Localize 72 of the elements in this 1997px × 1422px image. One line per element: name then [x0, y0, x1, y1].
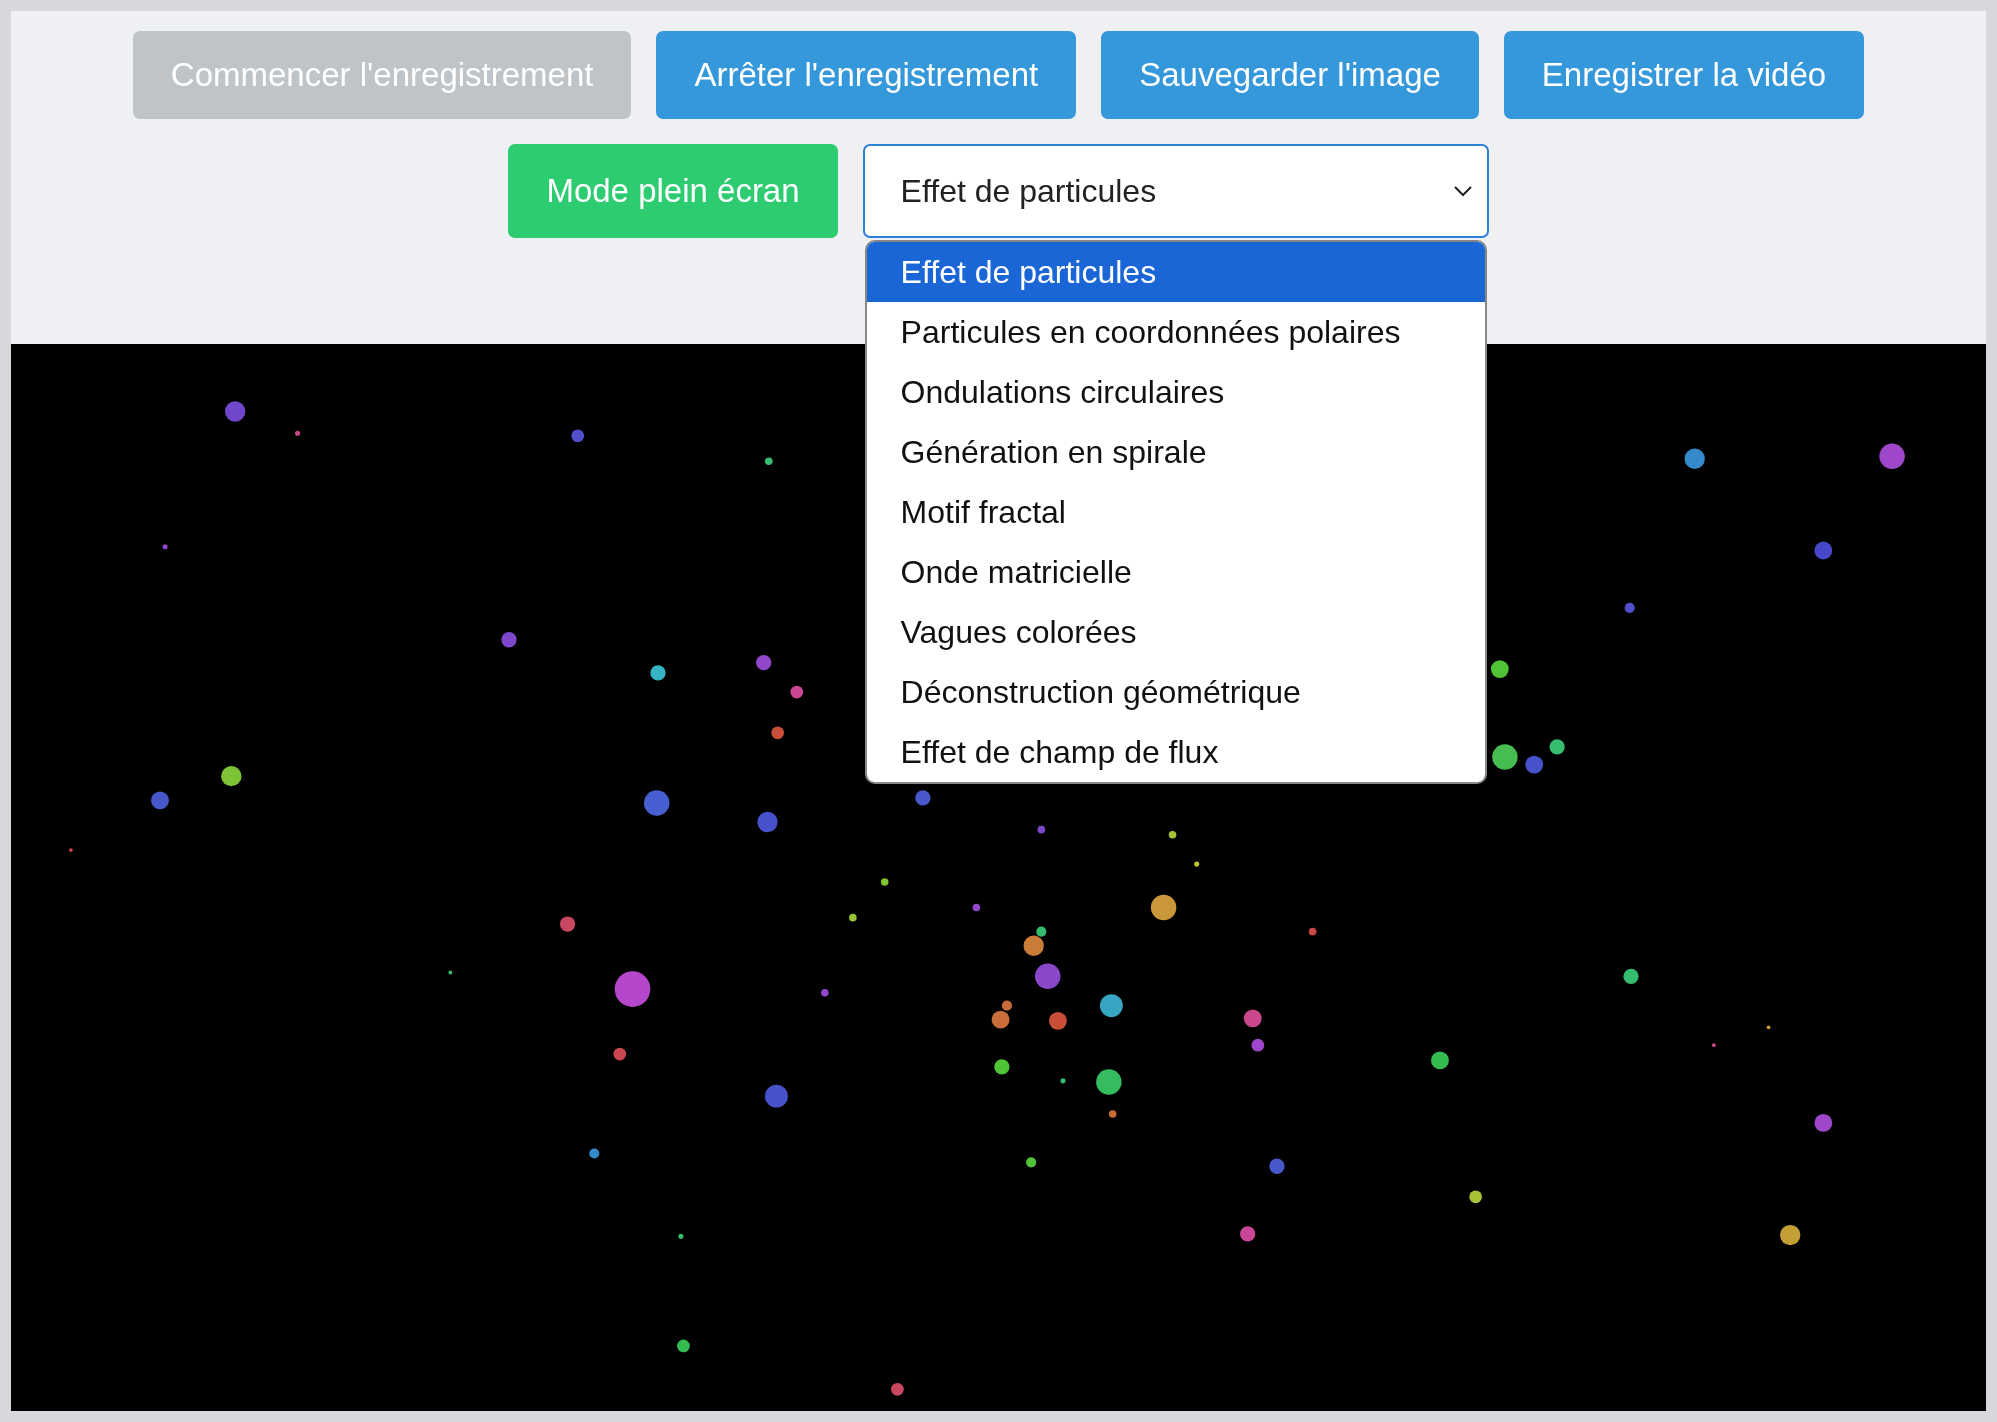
particle: [764, 457, 773, 466]
particle: [677, 1339, 690, 1353]
particle: [1624, 602, 1635, 613]
particle: [1814, 541, 1833, 560]
dropdown-option[interactable]: Génération en spirale: [866, 422, 1485, 482]
particle: [821, 989, 829, 997]
particle: [1049, 1012, 1067, 1030]
particle: [771, 726, 785, 740]
particle: [1194, 861, 1200, 867]
effect-dropdown[interactable]: Effet de particules: [862, 144, 1489, 238]
dropdown-option[interactable]: Ondulations circulaires: [866, 362, 1485, 422]
particle: [1168, 830, 1177, 839]
dropdown-option[interactable]: Onde matricielle: [866, 542, 1485, 602]
particle: [880, 878, 889, 886]
particle: [501, 632, 517, 648]
particle: [221, 765, 242, 787]
particle: [678, 1233, 684, 1239]
particle: [1879, 443, 1905, 469]
dropdown-option[interactable]: Déconstruction géométrique: [866, 662, 1485, 722]
particle: [1766, 1025, 1771, 1030]
particle: [1490, 660, 1509, 678]
particle: [613, 1047, 627, 1061]
particle: [1492, 744, 1518, 770]
dropdown-option[interactable]: Effet de champ de flux: [866, 722, 1485, 782]
particle: [1623, 968, 1639, 984]
particle: [644, 790, 670, 816]
particle: [994, 1059, 1010, 1075]
particle: [559, 916, 576, 932]
particle: [1469, 1190, 1482, 1204]
particle: [1711, 1043, 1716, 1048]
particle: [1034, 963, 1061, 990]
particle: [1099, 994, 1123, 1018]
particle: [1431, 1051, 1449, 1070]
particle: [1037, 825, 1046, 834]
particle: [650, 665, 666, 681]
dropdown-option[interactable]: Vagues colorées: [866, 602, 1485, 662]
particle: [448, 970, 453, 975]
particle: [1243, 1009, 1262, 1028]
particle: [756, 655, 772, 671]
particle: [614, 971, 651, 1007]
particle: [571, 429, 585, 443]
particle: [162, 544, 168, 550]
particle: [764, 1084, 788, 1108]
particle: [1308, 927, 1317, 936]
particle: [1525, 755, 1544, 774]
particle: [1549, 739, 1565, 755]
particle: [1096, 1069, 1122, 1095]
particle: [295, 430, 301, 436]
particle: [757, 811, 778, 833]
particle: [1251, 1038, 1265, 1052]
particle: [891, 1382, 904, 1396]
chevron-down-icon: [1452, 185, 1473, 197]
particle: [915, 790, 931, 806]
particle: [1026, 1157, 1037, 1168]
particle: [68, 848, 73, 852]
particle: [1240, 1226, 1256, 1242]
dropdown-option[interactable]: Effet de particules: [866, 242, 1485, 302]
particle: [1684, 448, 1705, 469]
dropdown-option[interactable]: Motif fractal: [866, 482, 1485, 542]
particle: [1814, 1114, 1833, 1132]
particle: [589, 1148, 600, 1159]
particle: [1108, 1110, 1117, 1118]
particle: [849, 913, 857, 922]
particle: [972, 903, 981, 912]
particle: [1150, 894, 1177, 921]
particle: [1269, 1158, 1285, 1174]
particle: [790, 685, 804, 699]
particle: [1780, 1224, 1801, 1246]
particle: [1060, 1078, 1066, 1084]
dropdown-option[interactable]: Particules en coordonnées polaires: [866, 302, 1485, 362]
particle: [151, 791, 169, 810]
particle: [224, 401, 246, 422]
